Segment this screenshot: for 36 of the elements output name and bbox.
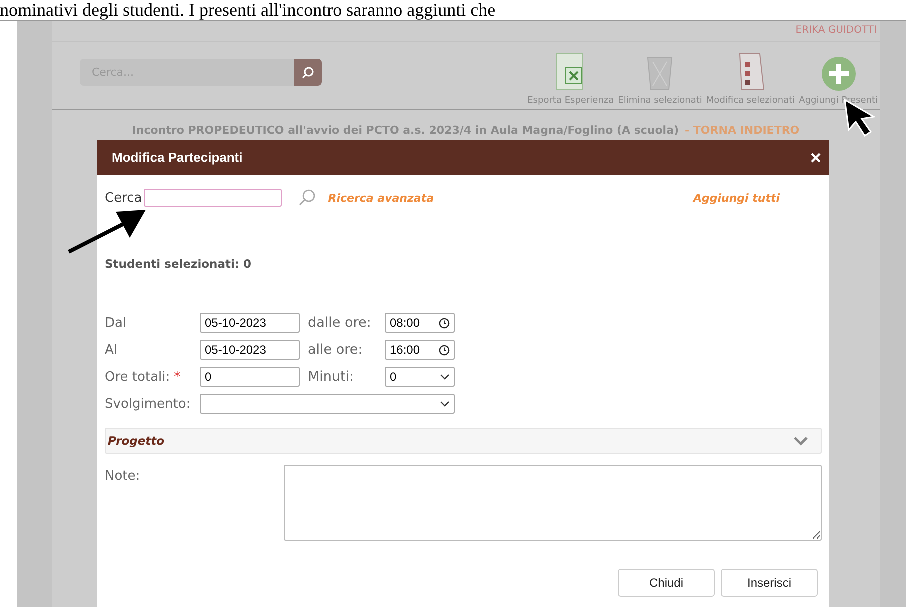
field-label: Dal (105, 316, 128, 330)
add-icon (820, 56, 857, 92)
field-label: dalle ore: (307, 315, 372, 331)
minutes-select[interactable]: 0 (385, 367, 455, 387)
dialog-button[interactable]: Inserisci (721, 569, 818, 597)
field-label: Svolgimento: (105, 396, 192, 412)
selected-count: Studenti selezionati: 0 (105, 257, 253, 271)
dialog-title: Modifica Partecipanti (112, 150, 243, 165)
time-field[interactable]: 16:00 (385, 340, 455, 360)
required-mark: * (174, 370, 181, 384)
field-label: alle ore: (307, 342, 364, 358)
date-field[interactable]: 05-10-2023 (200, 340, 300, 360)
clock-icon (439, 318, 450, 328)
note-textarea[interactable] (284, 465, 822, 541)
field-label: Al (105, 342, 119, 358)
hours-field[interactable]: 0 (200, 367, 300, 387)
search-button[interactable] (294, 59, 322, 86)
page-title: Incontro PROPEDEUTICO all'avvio dei PCTO a.s. 2023/4 in Aula Magna/Foglino (A scuola) (132, 124, 680, 137)
search-icon (301, 66, 315, 80)
field-label: Minuti: (307, 369, 356, 385)
field-label: Ore totali: (105, 370, 170, 384)
project-section[interactable]: Progetto (105, 428, 822, 454)
date-field[interactable]: 05-10-2023 (200, 313, 300, 333)
search-icon[interactable] (298, 189, 316, 207)
dropdown-select[interactable] (200, 394, 455, 414)
close-icon[interactable] (811, 152, 821, 162)
note-label: Note: (105, 468, 142, 486)
clock-icon (439, 344, 450, 356)
time-field[interactable]: 08:00 (385, 313, 455, 333)
search-input[interactable] (144, 189, 282, 207)
caret-icon (440, 374, 450, 380)
user-name: ERIKA GUIDOTTI (796, 24, 878, 36)
search-label: Cerca (105, 190, 142, 206)
dialog-button[interactable]: Chiudi (618, 569, 715, 597)
caret-icon (440, 401, 450, 407)
document-text: nominativi degli studenti. I presenti all'incontro saranno aggiunti che (0, 0, 497, 20)
